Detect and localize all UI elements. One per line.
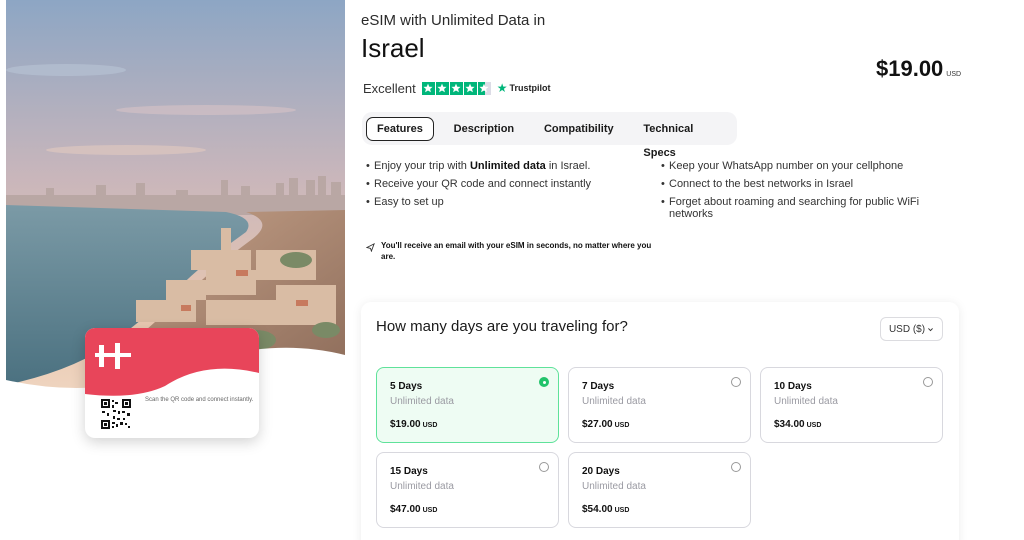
plan-price-amount: $27.00 [582, 419, 613, 430]
plan-price: $19.00 USD [390, 419, 437, 430]
plan-radio[interactable] [539, 462, 549, 472]
qr-code-icon [101, 399, 131, 429]
chevron-down-icon [928, 327, 934, 331]
feature-item: Easy to set up [366, 196, 591, 208]
email-note-text: You'll receive an email with your eSIM i… [381, 241, 652, 261]
plan-option-20-days[interactable]: 20 Days Unlimited data $54.00 USD [568, 452, 751, 528]
plan-price-currency: USD [422, 422, 438, 429]
plan-desc: Unlimited data [390, 481, 454, 492]
feature-item: Forget about roaming and searching for p… [661, 196, 921, 220]
feature-item: Connect to the best networks in Israel [661, 178, 921, 190]
plan-desc: Unlimited data [582, 481, 646, 492]
currency-select[interactable]: USD ($) [880, 317, 943, 341]
product-subtitle: eSIM with Unlimited Data in [361, 12, 546, 29]
feature-item: Receive your QR code and connect instant… [366, 178, 591, 190]
tab-description[interactable]: Description [444, 117, 525, 141]
days-question: How many days are you traveling for? [376, 318, 628, 335]
feature-item: Keep your WhatsApp number on your cellph… [661, 160, 921, 172]
plan-price-amount: $34.00 [774, 419, 805, 430]
plan-price-currency: USD [806, 422, 822, 429]
trustpilot-name: Trustpilot [509, 83, 551, 93]
plan-price-currency: USD [422, 507, 438, 514]
esim-card: Scan the QR code and connect instantly. [85, 328, 259, 438]
plan-radio[interactable] [923, 377, 933, 387]
trustpilot-star-icon: ★ [496, 81, 508, 95]
features-list-left: Enjoy your trip with Unlimited data in I… [366, 160, 591, 214]
paper-plane-icon [366, 243, 375, 252]
feature-text: Enjoy your trip with [374, 160, 470, 172]
trustpilot-rating[interactable]: Excellent ★ Trustpilot [363, 80, 551, 96]
plan-option-7-days[interactable]: 7 Days Unlimited data $27.00 USD [568, 367, 751, 443]
price-currency: USD [946, 71, 962, 78]
star-icon [435, 81, 449, 95]
plan-desc: Unlimited data [390, 396, 454, 407]
plan-price: $54.00 USD [582, 504, 629, 515]
star-icon [449, 81, 463, 95]
esim-card-note: Scan the QR code and connect instantly. [145, 397, 254, 403]
plan-price-amount: $47.00 [390, 504, 421, 515]
plan-price: $34.00 USD [774, 419, 821, 430]
product-title: Israel [361, 33, 425, 63]
plan-days: 15 Days [390, 466, 428, 477]
plan-radio[interactable] [731, 377, 741, 387]
tab-compatibility[interactable]: Compatibility [534, 117, 624, 141]
plan-option-15-days[interactable]: 15 Days Unlimited data $47.00 USD [376, 452, 559, 528]
plan-days: 10 Days [774, 381, 812, 392]
email-delivery-note: You'll receive an email with your eSIM i… [366, 240, 656, 262]
star-icon [463, 81, 477, 95]
rating-label: Excellent [363, 80, 416, 96]
price-amount: $19.00 [876, 56, 944, 81]
feature-text-bold: Unlimited data [469, 160, 546, 172]
tab-features[interactable]: Features [366, 116, 434, 141]
rating-stars [421, 81, 491, 95]
plan-desc: Unlimited data [774, 396, 838, 407]
currency-value: USD ($) [888, 323, 926, 335]
features-list-right: Keep your WhatsApp number on your cellph… [661, 160, 921, 226]
feature-item: Enjoy your trip with Unlimited data in I… [366, 160, 591, 172]
plan-price-amount: $19.00 [390, 419, 421, 430]
half-star-icon [477, 81, 491, 95]
product-price: $19.00 USD [876, 56, 961, 82]
plan-radio[interactable] [731, 462, 741, 472]
plan-desc: Unlimited data [582, 396, 646, 407]
plan-days: 5 Days [390, 381, 423, 392]
plan-radio[interactable] [539, 377, 549, 387]
plan-price-currency: USD [614, 507, 630, 514]
plan-days: 7 Days [582, 381, 615, 392]
plan-price-currency: USD [614, 422, 630, 429]
plan-option-5-days[interactable]: 5 Days Unlimited data $19.00 USD [376, 367, 559, 443]
plan-price: $47.00 USD [390, 504, 437, 515]
trustpilot-logo: ★ Trustpilot [497, 81, 551, 95]
plan-price: $27.00 USD [582, 419, 629, 430]
product-tabs: Features Description Compatibility Techn… [362, 112, 737, 159]
star-icon [421, 81, 435, 95]
plan-price-amount: $54.00 [582, 504, 613, 515]
esim-card-header [85, 328, 259, 396]
plan-option-10-days[interactable]: 10 Days Unlimited data $34.00 USD [760, 367, 943, 443]
feature-text: in Israel. [545, 160, 591, 172]
tab-technical-specs[interactable]: Technical Specs [633, 117, 737, 159]
plan-days: 20 Days [582, 466, 620, 477]
